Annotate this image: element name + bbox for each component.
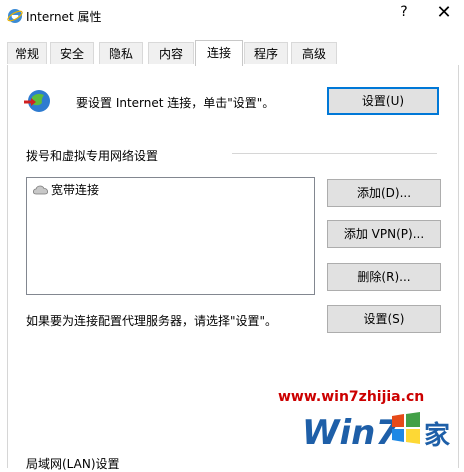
tab-privacy[interactable]: 隐私 <box>99 42 143 64</box>
proxy-description: 如果要为连接配置代理服务器，请选择"设置"。 <box>26 314 278 328</box>
broadband-connection-icon <box>33 185 48 195</box>
watermark-logo: Win7 家 <box>302 412 450 453</box>
tab-content[interactable]: 内容 <box>148 42 194 64</box>
tab-advanced[interactable]: 高级 <box>291 42 337 64</box>
connection-name: 宽带连接 <box>51 183 100 197</box>
setup-button[interactable]: 设置(U) <box>327 87 439 115</box>
window-title: Internet 属性 <box>26 10 102 24</box>
globe-network-icon <box>24 90 50 112</box>
tab-general[interactable]: 常规 <box>7 42 47 64</box>
remove-connection-button[interactable]: 删除(R)... <box>327 263 441 291</box>
add-connection-button[interactable]: 添加(D)... <box>327 179 441 207</box>
watermark-logo-suffix: 家 <box>424 420 450 451</box>
setup-description: 要设置 Internet 连接，单击"设置"。 <box>76 96 275 110</box>
watermark-url: www.win7zhijia.cn <box>278 389 425 405</box>
tab-programs[interactable]: 程序 <box>244 42 288 64</box>
help-button[interactable]: ? <box>394 4 414 20</box>
tab-strip: 常规 安全 隐私 内容 连接 程序 高级 <box>0 40 464 66</box>
dialup-section-title: 拨号和虚拟专用网络设置 <box>26 149 159 163</box>
watermark-logo-text: Win7 <box>302 413 399 453</box>
tab-connections[interactable]: 连接 <box>195 40 243 66</box>
tab-security[interactable]: 安全 <box>50 42 94 64</box>
title-bar: Internet 属性 ? ✕ <box>0 0 464 32</box>
lan-section-title: 局域网(LAN)设置 <box>26 457 120 471</box>
add-vpn-button[interactable]: 添加 VPN(P)... <box>327 220 441 248</box>
close-button[interactable]: ✕ <box>432 2 456 23</box>
ie-icon <box>7 9 23 23</box>
section-divider <box>232 153 437 154</box>
list-item[interactable]: 宽带连接 <box>33 182 99 198</box>
connections-list[interactable]: 宽带连接 <box>26 177 315 295</box>
connection-settings-button[interactable]: 设置(S) <box>327 305 441 333</box>
